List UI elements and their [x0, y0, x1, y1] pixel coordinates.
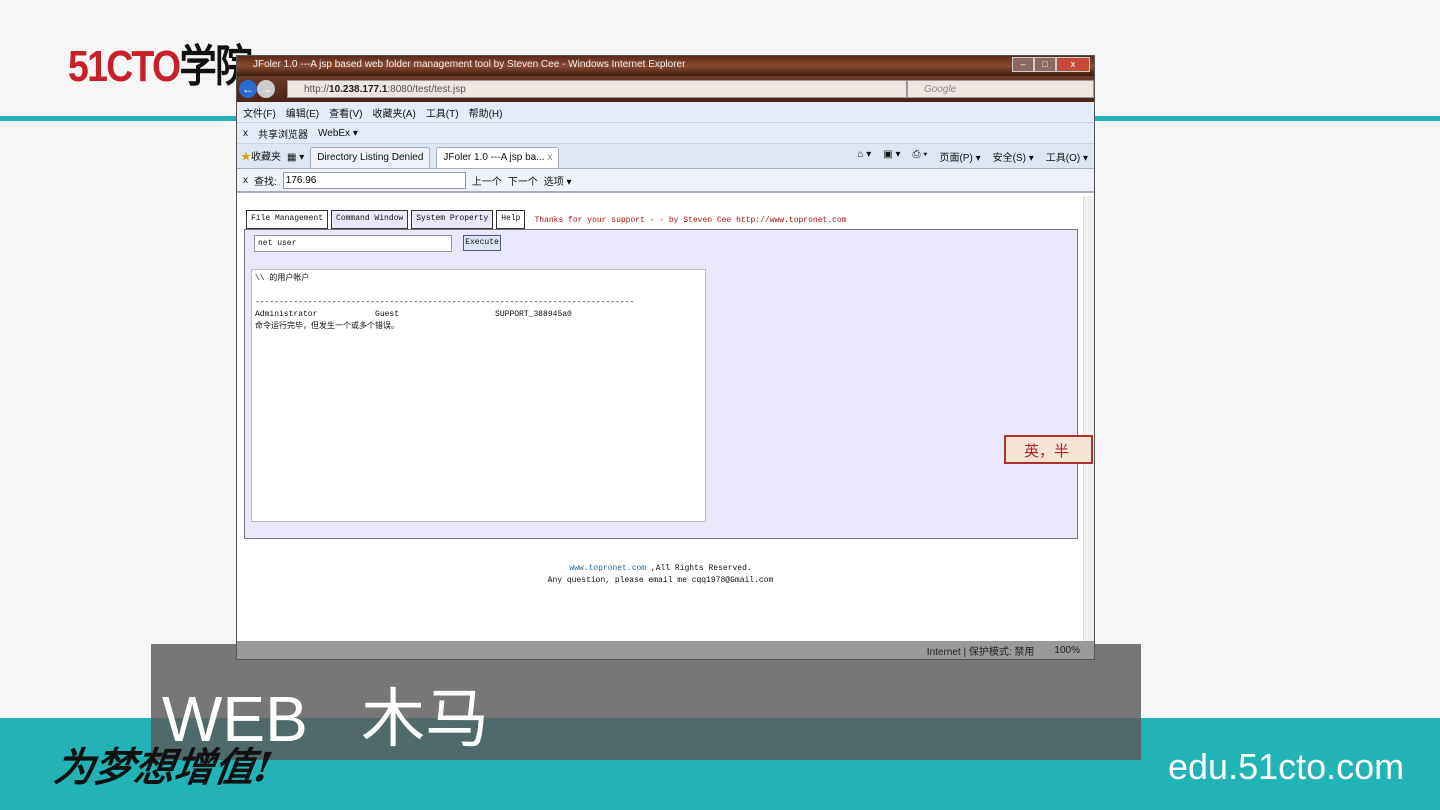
- find-input[interactable]: [282, 171, 466, 189]
- window-title: JFoler 1.0 ---A jsp based web folder man…: [253, 59, 686, 70]
- menu-help[interactable]: 帮助(H): [469, 105, 503, 120]
- title-bar: JFoler 1.0 ---A jsp based web folder man…: [237, 56, 1094, 76]
- menu-edit[interactable]: 编辑(E): [286, 105, 319, 120]
- thanks-text: Thanks for your support - - by Steven Ce…: [534, 216, 847, 225]
- feed-icon[interactable]: ▣ ▾: [883, 149, 900, 164]
- find-next[interactable]: 下一个: [508, 173, 538, 188]
- find-close[interactable]: x: [243, 175, 248, 186]
- tab-directory-listing[interactable]: Directory Listing Denied: [310, 147, 431, 168]
- command-input[interactable]: net user: [254, 235, 452, 252]
- menu-tools[interactable]: 工具(T): [426, 105, 459, 120]
- star-icon[interactable]: ★收藏夹: [241, 148, 281, 168]
- tab-jfoler[interactable]: JFoler 1.0 ---A jsp ba... x: [436, 147, 560, 168]
- webex-button[interactable]: WebEx ▾: [318, 128, 358, 139]
- minimize-button[interactable]: –: [1012, 57, 1034, 72]
- menu-view[interactable]: 查看(V): [329, 105, 362, 120]
- command-panel: net user Execute \\ 的用户帐户 --------------…: [244, 229, 1078, 539]
- find-prev[interactable]: 上一个: [472, 173, 502, 188]
- tab-file-management[interactable]: File Management: [246, 210, 329, 229]
- close-button[interactable]: x: [1056, 57, 1090, 72]
- forward-icon[interactable]: →: [257, 80, 275, 98]
- maximize-button[interactable]: □: [1034, 57, 1056, 72]
- address-input[interactable]: http://10.238.177.1:8080/test/test.jsp: [287, 80, 907, 98]
- site-url: edu.51cto.com: [1168, 746, 1405, 787]
- zoom-level[interactable]: 100%: [1054, 645, 1080, 656]
- zone-status: Internet | 保护模式: 禁用: [926, 646, 1035, 658]
- tab-help[interactable]: Help: [496, 210, 526, 229]
- slogan: 为梦想增值!: [51, 744, 276, 791]
- tab-command-window[interactable]: Command Window: [331, 210, 409, 229]
- tab-system-property[interactable]: System Property: [411, 210, 494, 229]
- page-content: File Management Command Window System Pr…: [237, 196, 1084, 643]
- command-output[interactable]: \\ 的用户帐户 -------------------------------…: [251, 269, 706, 522]
- browser-window: JFoler 1.0 ---A jsp based web folder man…: [236, 55, 1095, 660]
- footer-rights: ,All Rights Reserved.: [646, 564, 752, 573]
- logo: 51CTO学院: [68, 42, 252, 91]
- tab-close-icon[interactable]: x: [547, 152, 552, 163]
- toolbar: x 共享浏览器 WebEx ▾: [237, 123, 1094, 144]
- home-icon[interactable]: ⌂ ▾: [857, 149, 871, 164]
- page-menu[interactable]: 页面(P) ▾: [939, 149, 980, 164]
- menu-file[interactable]: 文件(F): [243, 105, 276, 120]
- tools-menu[interactable]: 工具(O) ▾: [1046, 149, 1088, 164]
- safety-menu[interactable]: 安全(S) ▾: [993, 149, 1034, 164]
- share-browser-button[interactable]: 共享浏览器: [258, 126, 308, 141]
- quick-tabs-icon[interactable]: ▦ ▾: [287, 152, 304, 168]
- footer-link[interactable]: www.topronet.com: [569, 564, 646, 573]
- search-input[interactable]: Google: [907, 80, 1094, 98]
- toolbar-close[interactable]: x: [243, 128, 248, 139]
- seal-stamp: 英，半: [1004, 435, 1093, 464]
- back-icon[interactable]: ←: [239, 80, 257, 98]
- menu-favorites[interactable]: 收藏夹(A): [372, 105, 415, 120]
- footer-contact: Any question, please email me cqq1978@Gm…: [547, 576, 774, 585]
- find-bar: x 查找: 上一个 下一个 选项 ▾: [237, 169, 1094, 193]
- print-icon[interactable]: ⎙ ▾: [912, 149, 927, 164]
- status-bar: Internet | 保护模式: 禁用 100%: [237, 641, 1094, 659]
- find-options[interactable]: 选项 ▾: [544, 173, 572, 188]
- tab-bar: ★收藏夹 ▦ ▾ Directory Listing Denied JFoler…: [237, 144, 1094, 169]
- vertical-scrollbar[interactable]: [1083, 196, 1094, 643]
- address-bar-row: ← → http://10.238.177.1:8080/test/test.j…: [237, 76, 1094, 102]
- menu-bar: 文件(F) 编辑(E) 查看(V) 收藏夹(A) 工具(T) 帮助(H): [237, 102, 1094, 123]
- execute-button[interactable]: Execute: [463, 235, 501, 251]
- find-label: 查找:: [254, 176, 277, 188]
